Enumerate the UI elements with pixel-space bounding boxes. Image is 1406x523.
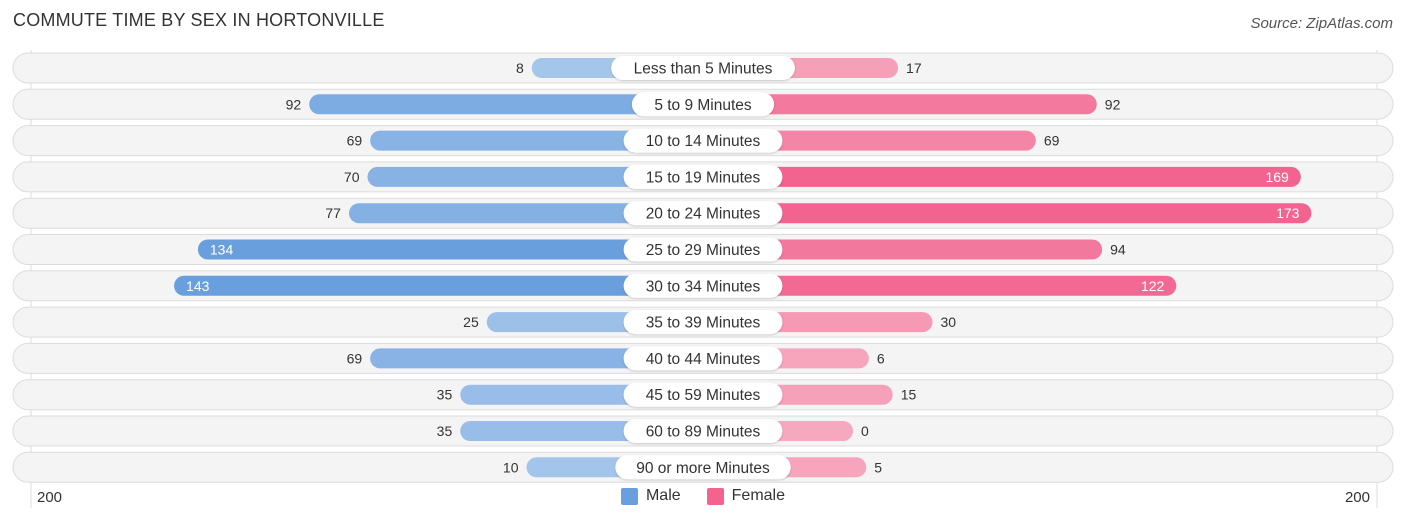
value-label-female: 94 [1110,242,1126,258]
value-label-male: 134 [210,242,234,258]
legend-swatch-male [620,487,638,505]
bar-row: 134 94 25 to 29 Minutes [12,234,1394,265]
bar-female [703,203,1312,224]
value-label-male: 70 [344,169,360,185]
category-label: 25 to 29 Minutes [646,242,761,259]
category-label: 40 to 44 Minutes [646,351,761,368]
value-label-male: 35 [437,387,453,403]
legend-swatch-female [706,487,724,505]
bar-row: 25 30 35 to 39 Minutes [12,306,1394,338]
category-label: 35 to 39 Minutes [646,315,761,332]
value-label-female: 6 [877,350,885,366]
legend-label-female: Female [731,487,786,504]
value-label-male: 8 [516,60,524,76]
bar-row: 77 173 20 to 24 Minutes [12,197,1394,229]
value-label-male: 77 [325,205,341,221]
legend-label-male: Male [645,487,681,504]
bar-row: 69 6 40 to 44 Minutes [12,342,1394,374]
bar-row: 8 17 Less than 5 Minutes [12,52,1394,84]
value-label-female: 0 [861,423,869,439]
value-label-male: 92 [286,96,302,112]
value-label-female: 17 [906,60,922,76]
bar-row: 35 15 45 to 59 Minutes [12,379,1394,411]
bar-row: 10 5 90 or more Minutes [12,451,1394,483]
value-label-female: 122 [1141,278,1165,294]
category-label: 30 to 34 Minutes [646,278,761,295]
category-label: 45 to 59 Minutes [646,387,761,404]
value-label-male: 69 [347,133,363,149]
value-label-female: 169 [1265,169,1289,185]
value-label-male: 69 [347,350,363,366]
legend: Male Female [0,487,1406,505]
bar-row: 35 0 60 to 89 Minutes [12,415,1394,447]
value-label-female: 5 [874,459,882,475]
category-label: Less than 5 Minutes [634,61,773,78]
value-label-male: 35 [437,423,453,439]
category-label: 90 or more Minutes [636,460,770,477]
bar-row: 69 69 10 to 14 Minutes [12,125,1394,157]
legend-item-female: Female [706,487,786,505]
bar-row: 92 92 5 to 9 Minutes [12,88,1394,120]
category-label: 60 to 89 Minutes [646,424,761,441]
category-label: 20 to 24 Minutes [646,206,761,223]
category-label: 15 to 19 Minutes [646,169,761,186]
value-label-female: 173 [1276,205,1300,221]
value-label-male: 143 [186,278,210,294]
value-label-male: 25 [463,314,479,330]
value-label-female: 15 [901,387,917,403]
category-label: 5 to 9 Minutes [654,97,752,114]
bar-row: 70 169 15 to 19 Minutes [12,161,1394,193]
bar-female [703,166,1301,187]
category-label: 10 to 14 Minutes [646,133,761,150]
value-label-female: 30 [941,314,957,330]
bar-row: 143 122 30 to 34 Minutes [12,270,1394,302]
legend-item-male: Male [620,487,681,505]
value-label-male: 10 [503,459,519,475]
value-label-female: 92 [1105,96,1121,112]
chart-area: 8 17 Less than 5 Minutes 92 92 5 to 9 Minutes… [12,50,1394,508]
value-label-female: 69 [1044,133,1060,149]
